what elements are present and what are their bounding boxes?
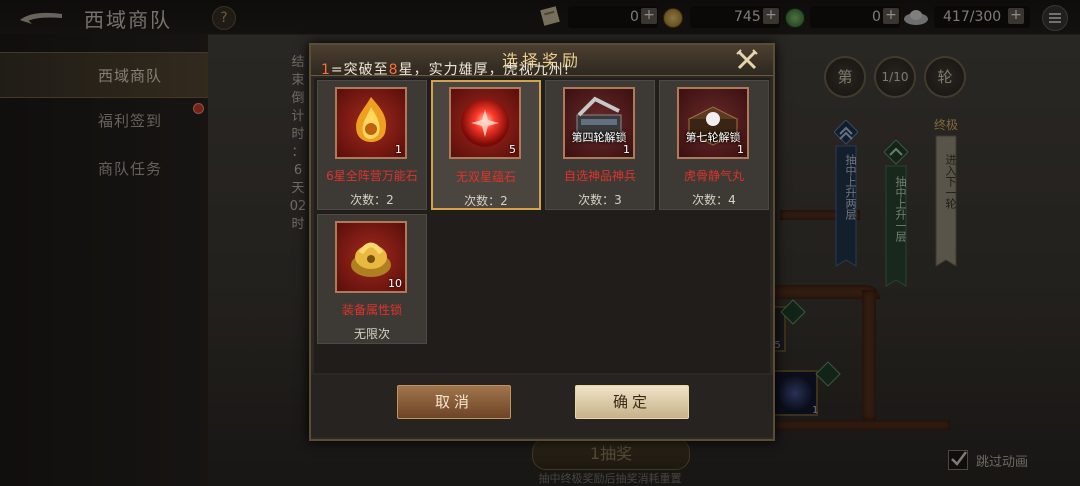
reward-card[interactable]: 第七轮解锁 1 虎骨静气丸 次数：4 (659, 80, 769, 210)
subtitle-text: 星，实力雄厚，虎视九州! (398, 62, 571, 78)
item-count: 无限次 (353, 327, 390, 341)
item-frame: 10 (335, 221, 407, 293)
item-count: 次数：2 (464, 194, 508, 208)
confirm-button[interactable]: 确定 (575, 385, 689, 419)
cancel-button[interactable]: 取消 (397, 385, 511, 419)
item-name: 6星全阵营万能石 (326, 169, 418, 183)
reward-card[interactable]: 第四轮解锁 1 自选神品神兵 次数：3 (545, 80, 655, 210)
item-name: 自选神品神兵 (563, 169, 636, 183)
reward-grid: 1 6星全阵营万能石 次数：2 5 无双星蕴石 次数：2 第四轮解锁 1 自选神… (314, 78, 770, 373)
item-frame: 5 (449, 87, 521, 159)
dialog-subtitle: 1=突破至8星，实力雄厚，虎视九州! (321, 59, 570, 79)
item-name: 无双星蕴石 (455, 170, 516, 184)
subtitle-text: =突破至 (330, 62, 389, 78)
item-quantity: 1 (737, 143, 744, 156)
item-quantity: 1 (623, 143, 630, 156)
item-quantity: 1 (395, 143, 402, 156)
item-name: 装备属性锁 (341, 303, 402, 317)
dialog-footer (311, 375, 773, 437)
rank-number: 1 (321, 62, 331, 78)
item-frame: 1 (335, 87, 407, 159)
reward-card[interactable]: 1 6星全阵营万能石 次数：2 (317, 80, 427, 210)
item-count: 次数：4 (692, 193, 736, 207)
select-reward-dialog: 选择奖励 1=突破至8星，实力雄厚，虎视九州! 1 6星全阵营万能石 次数：2 (309, 43, 775, 441)
item-count: 次数：2 (350, 193, 394, 207)
item-quantity: 5 (509, 143, 516, 156)
item-quantity: 10 (388, 277, 402, 290)
reward-card[interactable]: 10 装备属性锁 无限次 (317, 214, 427, 344)
reward-card-selected[interactable]: 5 无双星蕴石 次数：2 (431, 80, 541, 210)
item-name: 虎骨静气丸 (683, 169, 744, 183)
item-frame: 第七轮解锁 1 (677, 87, 749, 159)
close-icon[interactable] (735, 48, 759, 72)
item-count: 次数：3 (578, 193, 622, 207)
item-frame: 第四轮解锁 1 (563, 87, 635, 159)
star-number: 8 (388, 62, 399, 78)
